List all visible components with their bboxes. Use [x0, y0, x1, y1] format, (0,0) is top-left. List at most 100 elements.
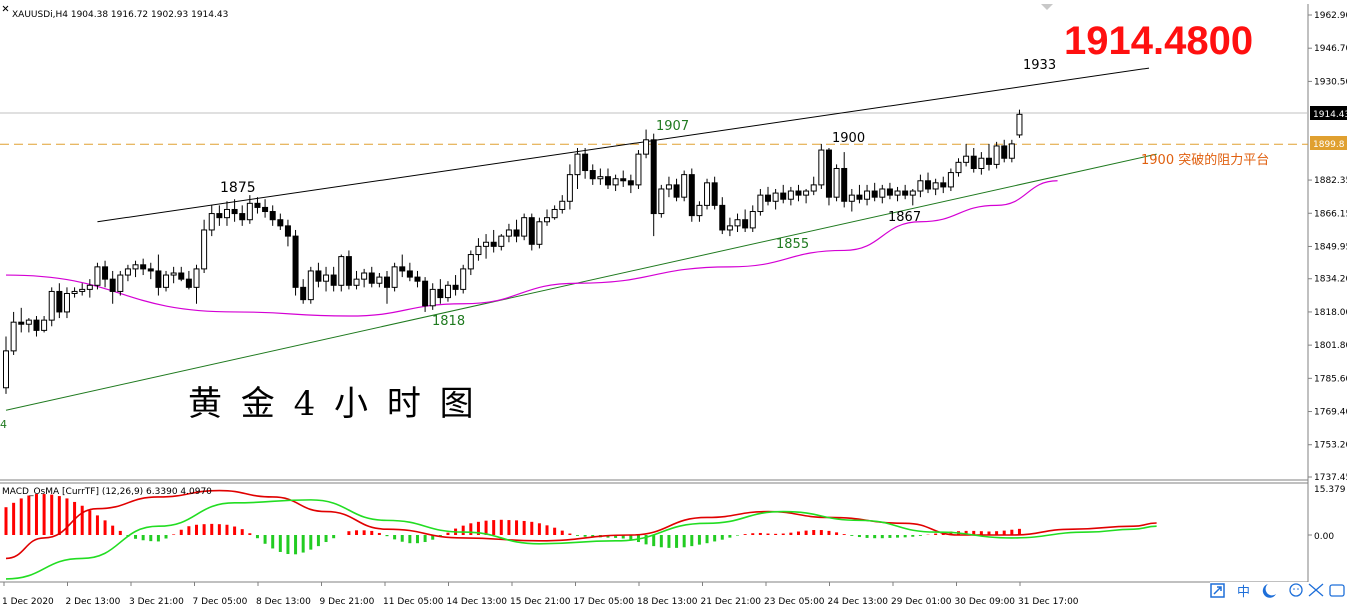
- candle-body: [985, 157, 992, 165]
- candle-body: [917, 180, 924, 192]
- candle-body: [292, 235, 299, 288]
- candle-body: [742, 219, 749, 229]
- time-tick-label: 3 Dec 21:00: [129, 597, 184, 606]
- candle-body: [345, 256, 352, 286]
- candle: [993, 141, 1000, 169]
- candle-body: [437, 288, 444, 299]
- candle: [521, 213, 528, 241]
- lower-channel-fragment: 4: [0, 418, 7, 431]
- candle-body: [1016, 113, 1023, 136]
- candle-body: [604, 176, 611, 186]
- candle-body: [536, 221, 543, 245]
- candle: [1016, 109, 1023, 138]
- candle-body: [18, 321, 25, 325]
- candle-body: [429, 288, 436, 307]
- annotation-1900: 1900: [832, 131, 865, 146]
- candle-body: [688, 174, 695, 217]
- time-tick-label: 14 Dec 13:00: [447, 597, 508, 606]
- candle-body: [734, 219, 741, 227]
- emoji-eye-right: [1297, 588, 1299, 590]
- ime-indicator[interactable]: 中: [1237, 585, 1250, 600]
- candle-body: [376, 276, 383, 284]
- macd-axis-zero: 0.00: [1314, 532, 1334, 542]
- candle-body: [422, 280, 429, 307]
- candle-body: [521, 217, 528, 237]
- annotation-1907: 1907: [656, 119, 689, 134]
- candle-body: [124, 268, 131, 276]
- candle-body: [498, 235, 505, 247]
- price-tick-label: 1737.45: [1314, 473, 1347, 483]
- candle: [635, 150, 642, 189]
- candle-body: [932, 182, 939, 190]
- candle-body: [132, 264, 139, 270]
- candle-body: [947, 172, 954, 188]
- candle-body: [361, 272, 368, 280]
- candle-body: [86, 284, 93, 290]
- candle-body: [338, 256, 345, 286]
- candle-body: [909, 190, 916, 196]
- price-tick-label: 1882.35: [1314, 176, 1347, 186]
- price-tick-label: 1818.00: [1314, 308, 1347, 318]
- candle-body: [871, 190, 878, 198]
- candle-body: [277, 219, 284, 227]
- candle-body: [147, 268, 154, 272]
- price-tick-label: 1930.50: [1314, 77, 1347, 87]
- candle-body: [10, 321, 17, 352]
- chart-svg: 1962.90 1946.70 1930.50 1882.35 1866.15 1849.…: [0, 0, 1347, 606]
- time-tick-label: 21 Dec 21:00: [701, 597, 762, 606]
- candle-body: [262, 206, 269, 213]
- candle: [48, 287, 55, 327]
- candle-body: [193, 268, 200, 288]
- price-tick-label: 1962.90: [1314, 11, 1347, 21]
- time-tick-label: 1 Dec 2020: [2, 597, 54, 606]
- time-tick-label: 9 Dec 21:00: [320, 597, 375, 606]
- candle-body: [772, 192, 779, 202]
- price-tick-label: 1769.40: [1314, 408, 1347, 418]
- candle-body: [757, 194, 764, 213]
- candle: [345, 250, 352, 290]
- time-tick-label: 15 Dec 21:00: [510, 597, 571, 606]
- candle-body: [467, 254, 474, 270]
- price-tick-label: 1946.70: [1314, 44, 1347, 54]
- resistance-note: 1900 突破的阻力平台: [1141, 152, 1269, 168]
- macd-axis-top: 15.379: [1314, 485, 1346, 495]
- candle: [292, 229, 299, 296]
- time-tick-label: 31 Dec 17:00: [1018, 597, 1079, 606]
- annotation-1818: 1818: [432, 314, 465, 329]
- time-tick-label: 2 Dec 13:00: [66, 597, 121, 606]
- candle-body: [300, 286, 307, 301]
- candle-body: [178, 272, 185, 280]
- candle-body: [102, 266, 109, 280]
- candle-body: [848, 194, 855, 202]
- candle: [391, 262, 398, 292]
- candle-body: [559, 200, 566, 210]
- tray-background: [1210, 582, 1347, 606]
- candle-body: [246, 202, 253, 221]
- macd-label: MACD_OsMA [CurrTF] (12,26,9) 6.3390 4.09…: [2, 487, 212, 497]
- candle: [681, 170, 688, 202]
- candle-body: [879, 188, 886, 198]
- candle-body: [643, 139, 650, 155]
- candle-body: [368, 272, 375, 284]
- candle-body: [574, 153, 581, 176]
- candle-body: [231, 208, 238, 215]
- candle-body: [223, 208, 230, 219]
- candle-body: [841, 167, 848, 202]
- candle-body: [391, 266, 398, 288]
- candle: [658, 184, 665, 218]
- candle-body: [513, 229, 520, 237]
- candle-body: [780, 192, 787, 200]
- candle-body: [79, 288, 86, 292]
- candle-body: [1008, 143, 1015, 159]
- candle-body: [384, 276, 390, 288]
- candle-body: [597, 176, 604, 180]
- annotation-1875: 1875: [220, 180, 256, 196]
- chart-caption: 黄 金 4 小 时 图: [188, 384, 478, 424]
- price-tick-label: 1801.80: [1314, 341, 1347, 351]
- time-tick-label: 11 Dec 05:00: [383, 597, 444, 606]
- candle: [536, 217, 543, 249]
- price-tick-label: 1866.15: [1314, 209, 1347, 219]
- candle: [688, 168, 695, 222]
- candle-body: [902, 190, 909, 196]
- candle-body: [63, 292, 70, 313]
